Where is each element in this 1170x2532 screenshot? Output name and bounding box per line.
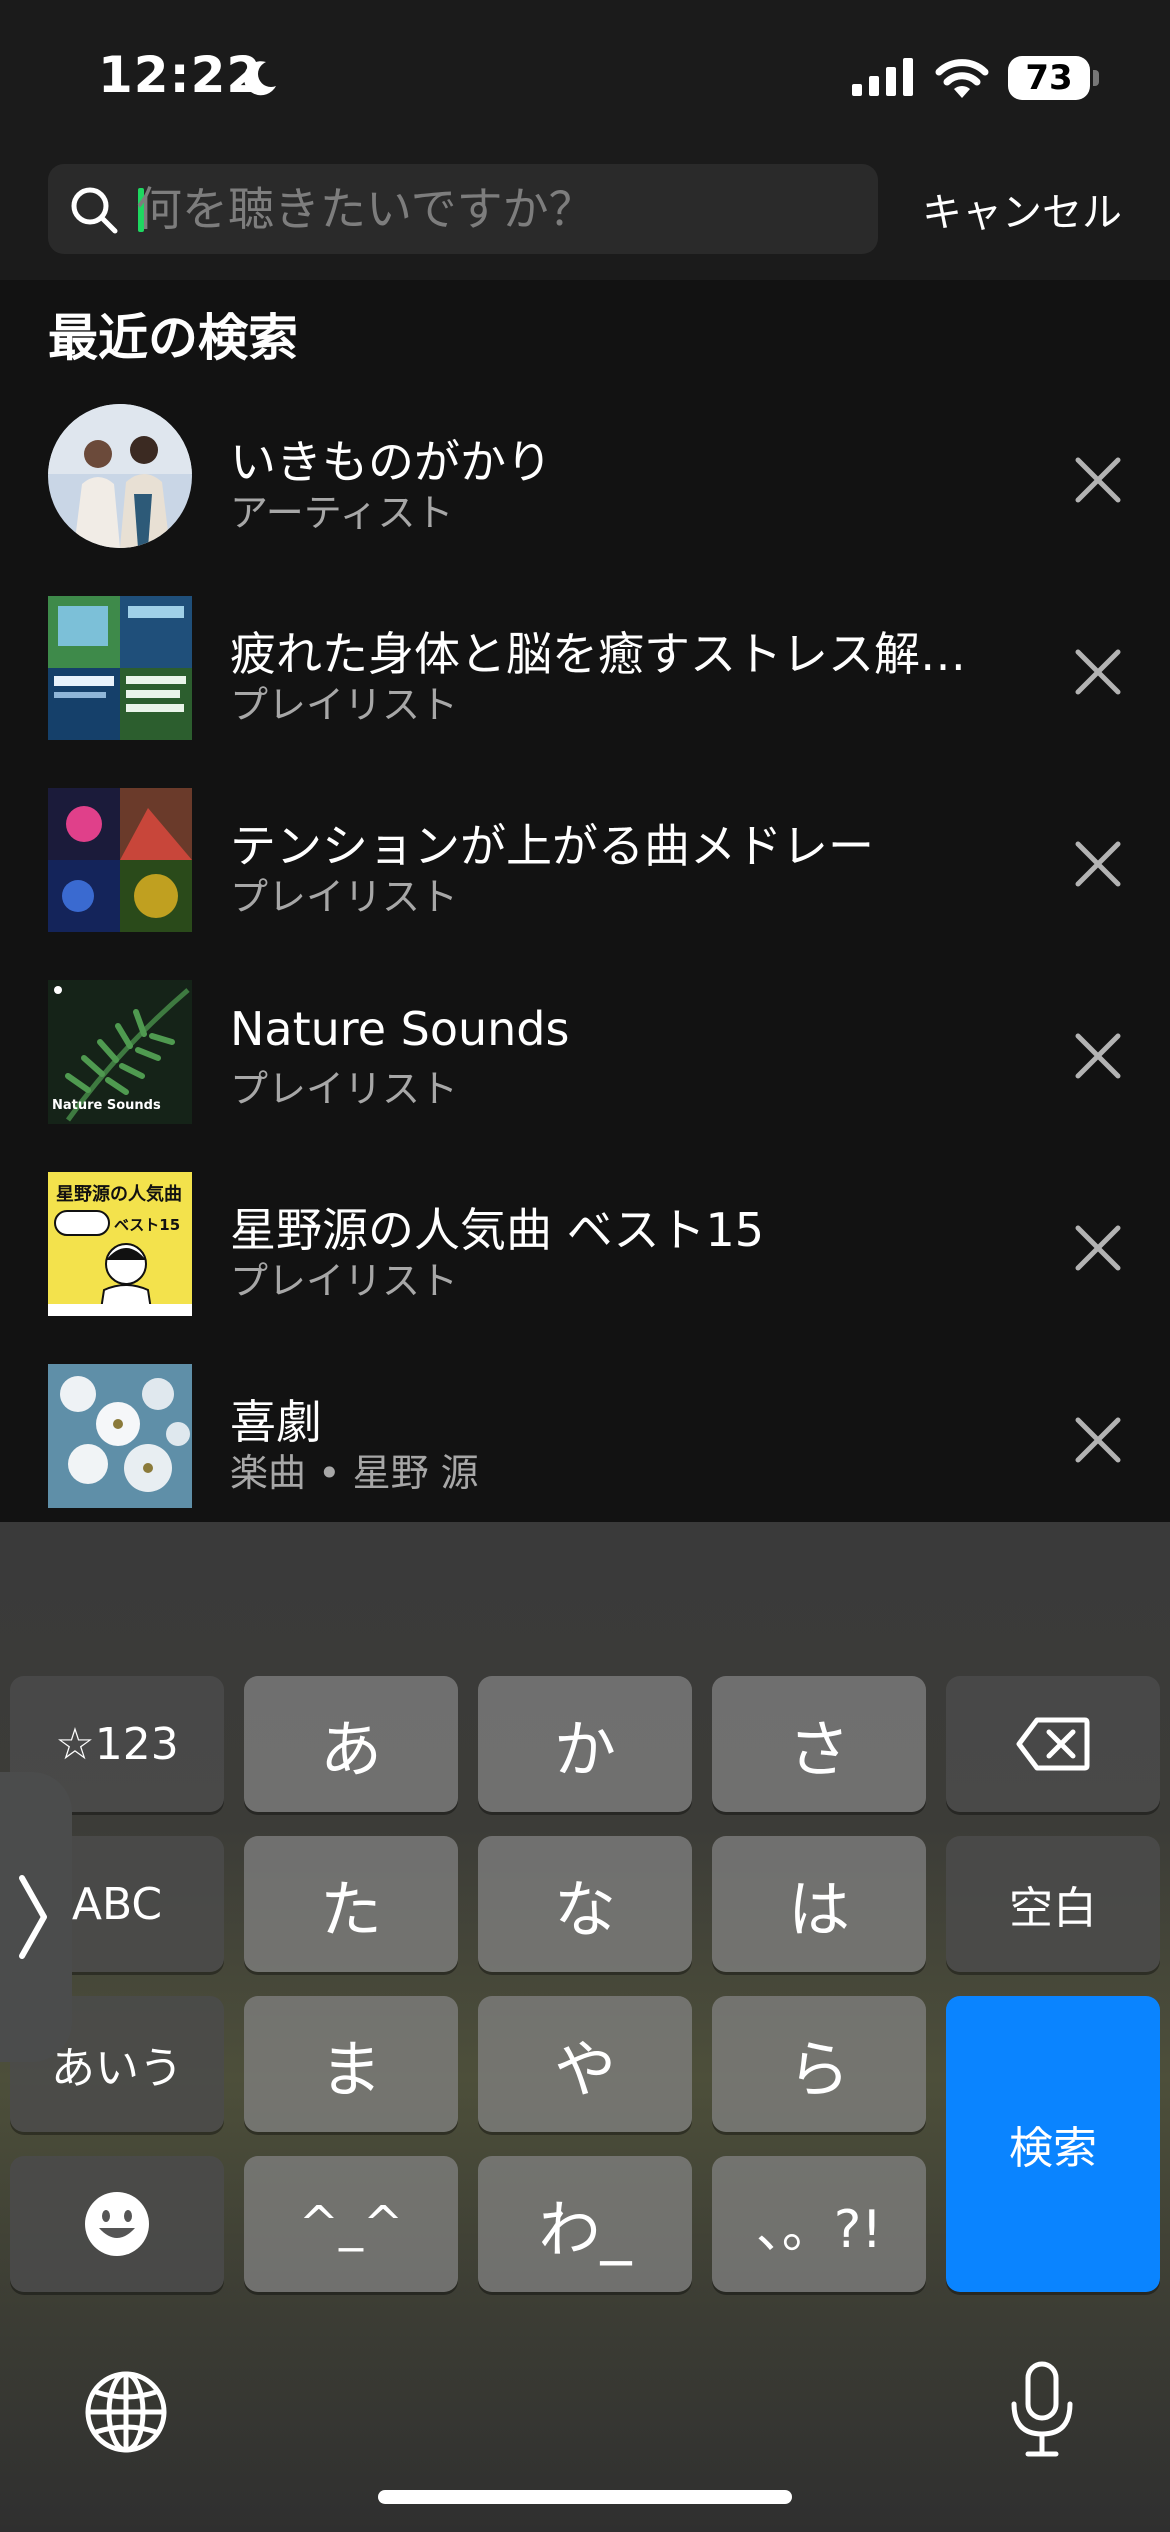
item-subtitle: プレイリスト bbox=[230, 1067, 459, 1111]
playlist-cover: Nature Sounds bbox=[48, 980, 192, 1124]
key-sa[interactable]: さ bbox=[712, 1676, 926, 1812]
chevron-right-icon bbox=[19, 1875, 47, 1959]
moon-icon bbox=[243, 61, 276, 96]
search-box[interactable] bbox=[48, 164, 878, 254]
search-input[interactable] bbox=[136, 168, 856, 250]
item-subtitle: アーティスト bbox=[230, 491, 454, 535]
status-bar: 12:22 73 bbox=[0, 0, 1170, 150]
key-a[interactable]: あ bbox=[244, 1676, 458, 1812]
list-item[interactable]: テンションが上がる曲メドレー プレイリスト bbox=[0, 766, 1170, 958]
search-icon bbox=[71, 187, 118, 234]
key-ra[interactable]: ら bbox=[712, 1996, 926, 2132]
key-wa[interactable]: わ_ bbox=[478, 2156, 692, 2292]
key-ya[interactable]: や bbox=[478, 1996, 692, 2132]
list-item[interactable]: 喜劇 楽曲 • 星野 源 bbox=[0, 1342, 1170, 1534]
playlist-cover: 星野源の人気曲 ベスト15 bbox=[48, 1172, 192, 1316]
backspace-key[interactable] bbox=[946, 1676, 1160, 1812]
search-header: キャンセル bbox=[0, 150, 1170, 280]
cellular-signal-icon bbox=[852, 58, 913, 96]
illustration bbox=[48, 1243, 192, 1316]
key-ma[interactable]: ま bbox=[244, 1996, 458, 2132]
wifi-icon bbox=[935, 59, 989, 98]
microphone-icon[interactable] bbox=[1004, 2360, 1080, 2460]
cancel-button[interactable]: キャンセル bbox=[922, 180, 1122, 238]
cover-text: Nature Sounds bbox=[52, 1098, 161, 1113]
key-punctuation[interactable]: 、。?! bbox=[712, 2156, 926, 2292]
key-ha[interactable]: は bbox=[712, 1836, 926, 1972]
battery-indicator: 73 bbox=[1008, 56, 1090, 100]
recent-searches-list: いきものがかり アーティスト 疲れた身体と脳を癒すストレス解… プレイリスト テ… bbox=[0, 382, 1170, 1534]
playlist-cover bbox=[48, 788, 192, 932]
battery-cap bbox=[1093, 70, 1099, 86]
search-key[interactable]: 検索 bbox=[946, 1996, 1160, 2292]
item-title: Nature Sounds bbox=[230, 1002, 570, 1056]
playlist-cover bbox=[48, 596, 192, 740]
home-indicator bbox=[378, 2490, 792, 2504]
item-subtitle: 楽曲 • 星野 源 bbox=[230, 1451, 479, 1495]
item-subtitle: プレイリスト bbox=[230, 875, 459, 919]
close-icon[interactable] bbox=[1070, 1220, 1126, 1276]
close-icon[interactable] bbox=[1070, 644, 1126, 700]
close-icon[interactable] bbox=[1070, 836, 1126, 892]
key-space[interactable]: 空白 bbox=[946, 1836, 1160, 1972]
key-kaomoji[interactable]: ^_^ bbox=[244, 2156, 458, 2292]
item-subtitle: プレイリスト bbox=[230, 683, 459, 727]
recent-searches-title: 最近の検索 bbox=[48, 309, 298, 367]
key-ta[interactable]: た bbox=[244, 1836, 458, 1972]
backspace-icon bbox=[1016, 1717, 1090, 1771]
emoji-icon bbox=[85, 2192, 149, 2256]
list-item[interactable]: いきものがかり アーティスト bbox=[0, 382, 1170, 574]
list-item[interactable]: 星野源の人気曲 ベスト15 星野源の人気曲 ベスト15 プレイリスト bbox=[0, 1150, 1170, 1342]
globe-icon[interactable] bbox=[82, 2368, 170, 2456]
key-na[interactable]: な bbox=[478, 1836, 692, 1972]
artist-avatar bbox=[48, 404, 192, 548]
item-subtitle: プレイリスト bbox=[230, 1259, 459, 1303]
emoji-key[interactable] bbox=[10, 2156, 224, 2292]
list-item[interactable]: 疲れた身体と脳を癒すストレス解… プレイリスト bbox=[0, 574, 1170, 766]
close-icon[interactable] bbox=[1070, 1028, 1126, 1084]
close-icon[interactable] bbox=[1070, 452, 1126, 508]
key-ka[interactable]: か bbox=[478, 1676, 692, 1812]
one-handed-keyboard-handle[interactable] bbox=[0, 1772, 72, 2062]
list-item[interactable]: Nature Sounds Nature Sounds プレイリスト bbox=[0, 958, 1170, 1150]
close-icon[interactable] bbox=[1070, 1412, 1126, 1468]
status-time: 12:22 bbox=[98, 46, 263, 104]
song-cover bbox=[48, 1364, 192, 1508]
